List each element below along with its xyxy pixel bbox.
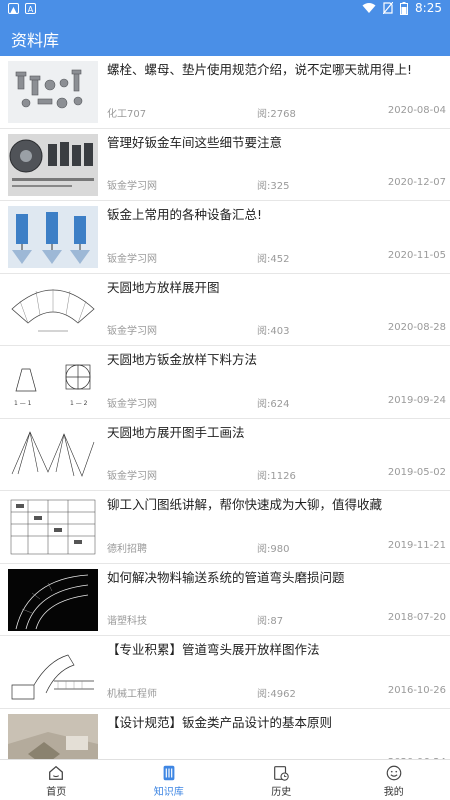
article-title: 天圆地方展开图手工画法	[107, 424, 245, 440]
article-title: 管理好钣金车间这些细节要注意	[107, 134, 283, 150]
article-meta: 德利招聘 阅:980 2019-11-21	[107, 539, 446, 555]
article-meta: 谐塑科技 阅:87 2018-07-20	[107, 612, 446, 627]
home-icon	[47, 764, 65, 783]
wifi-icon	[362, 3, 376, 13]
gallery-notification-icon: ▲	[8, 3, 19, 14]
article-read-count: 阅:1126	[257, 471, 296, 482]
article-item[interactable]: 【专业积累】管道弯头展开放样图作法 机械工程师 阅:4962 2016-10-26	[0, 636, 450, 709]
article-source: 机械工程师	[107, 688, 157, 700]
tab-profile[interactable]: 我的	[338, 760, 450, 800]
article-thumbnail	[8, 641, 98, 703]
article-item[interactable]: 钣金上常用的各种设备汇总! 钣金学习网 阅:452 2020-11-05	[0, 201, 450, 274]
notification-icons: ▲ A	[8, 3, 36, 14]
article-source: 德利招聘	[107, 543, 147, 555]
tab-home[interactable]: 首页	[0, 760, 113, 800]
article-item[interactable]: 天圆地方展开图手工画法钣金学习网 阅:1126 2019-05-02	[0, 419, 450, 491]
article-date: 2019-09-24	[387, 394, 446, 406]
article-thumbnail	[8, 423, 98, 486]
article-read-count: 阅:2768	[257, 108, 296, 120]
article-read-count: 阅:87	[257, 616, 284, 627]
article-list[interactable]: 螺栓、螺母、垫片使用规范介绍，说不定哪天就用得上! 化工707 阅:2768 2020…	[0, 56, 450, 760]
article-meta: 钣金学习网 阅:403 2020-08-28	[107, 322, 446, 337]
article-thumbnail	[8, 133, 98, 196]
article-thumbnail	[8, 61, 98, 123]
tab-history[interactable]: 历史	[225, 760, 338, 800]
article-title: 铆工入门图纸讲解，帮你快速成为大铆，值得收藏	[107, 497, 383, 512]
article-source: 化工707	[107, 108, 147, 120]
article-item[interactable]: 管理好钣金车间这些细节要注意钣金学习网 阅:325 2020-12-07	[0, 129, 450, 201]
article-title: 天圆地方钣金放样下料方法	[107, 352, 258, 367]
tab-book[interactable]: 知识库	[113, 760, 226, 800]
article-meta: 化工707 阅:2768 2020-08-04	[107, 104, 446, 120]
app-bar: 资料库	[0, 20, 450, 56]
article-read-count: 阅:403	[257, 326, 290, 337]
article-thumbnail	[8, 713, 98, 760]
app-notification-icon: A	[25, 3, 36, 14]
article-meta: 钣金学习网 阅:1126 2019-05-02	[107, 467, 446, 482]
article-item[interactable]: 螺栓、螺母、垫片使用规范介绍，说不定哪天就用得上! 化工707 阅:2768 2020…	[0, 56, 450, 129]
tab-label: 首页	[46, 787, 67, 798]
article-date: 2020-08-28	[387, 322, 446, 333]
article-title: 螺栓、螺母、垫片使用规范介绍，说不定哪天就用得上!	[107, 62, 413, 77]
article-title: 【设计规范】钣金类产品设计的基本原则	[107, 714, 333, 730]
tab-label: 知识库	[153, 787, 184, 798]
article-thumbnail	[8, 496, 98, 558]
article-item[interactable]: 如何解决物料输送系统的管道弯头磨损问题谐塑科技 阅:87 2018-07-20	[0, 564, 450, 636]
article-item[interactable]: 【设计规范】钣金类产品设计的基本原则金属加工阅:13392020-06-24	[0, 709, 450, 760]
book-icon	[160, 764, 178, 783]
page-title: 资料库	[11, 31, 60, 50]
article-read-count: 阅:452	[257, 253, 290, 265]
article-thumbnail	[8, 278, 98, 341]
article-thumbnail	[8, 206, 98, 268]
article-meta: 机械工程师 阅:4962 2016-10-26	[107, 684, 446, 700]
article-date: 2018-07-20	[387, 612, 446, 623]
article-thumbnail	[8, 568, 98, 631]
bottom-tab-bar: 首页 知识库 历史 我的	[0, 759, 450, 800]
article-read-count: 阅:4962	[257, 688, 296, 700]
article-date: 2016-10-26	[387, 684, 446, 696]
article-date: 2020-12-07	[387, 177, 446, 188]
no-sim-icon	[383, 2, 394, 14]
article-meta: 钣金学习网 阅:624 2019-09-24	[107, 394, 446, 410]
article-item[interactable]: 天圆地方放样展开图钣金学习网 阅:403 2020-08-28	[0, 274, 450, 346]
battery-icon	[400, 1, 409, 15]
article-date: 2020-11-05	[387, 249, 446, 261]
article-source: 钣金学习网	[107, 398, 157, 410]
article-date: 2019-11-21	[387, 539, 446, 551]
article-title: 如何解决物料输送系统的管道弯头磨损问题	[107, 569, 345, 585]
article-item[interactable]: 铆工入门图纸讲解，帮你快速成为大铆，值得收藏 德利招聘 阅:980 2019-11-2…	[0, 491, 450, 564]
article-item[interactable]: 1 — 1 1 — 2 天圆地方钣金放样下料方法 钣金学习网 阅:624 2019-09-…	[0, 346, 450, 419]
article-read-count: 阅:624	[257, 398, 290, 410]
article-source: 钣金学习网	[107, 253, 157, 265]
tab-label: 历史	[271, 787, 292, 798]
article-title: 【专业积累】管道弯头展开放样图作法	[107, 642, 320, 657]
article-meta: 钣金学习网 阅:325 2020-12-07	[107, 177, 446, 192]
clock: 8:25	[415, 1, 442, 15]
article-meta: 钣金学习网 阅:452 2020-11-05	[107, 249, 446, 265]
article-title: 钣金上常用的各种设备汇总!	[107, 207, 263, 222]
article-read-count: 阅:325	[257, 181, 290, 192]
history-icon	[272, 764, 290, 783]
article-title: 天圆地方放样展开图	[107, 279, 220, 295]
article-source: 钣金学习网	[107, 471, 157, 482]
status-bar: ▲ A 8:25	[0, 0, 450, 20]
article-thumbnail: 1 — 1 1 — 2	[8, 351, 98, 413]
article-date: 2019-05-02	[387, 467, 446, 478]
article-read-count: 阅:980	[257, 543, 290, 555]
article-source: 谐塑科技	[107, 616, 147, 627]
profile-icon	[385, 764, 403, 783]
svg-text:1 — 2: 1 — 2	[70, 400, 88, 407]
article-date: 2020-08-04	[387, 104, 446, 116]
article-source: 钣金学习网	[107, 326, 157, 337]
article-source: 钣金学习网	[107, 181, 157, 192]
svg-text:1 — 1: 1 — 1	[14, 400, 32, 407]
tab-label: 我的	[383, 787, 404, 798]
